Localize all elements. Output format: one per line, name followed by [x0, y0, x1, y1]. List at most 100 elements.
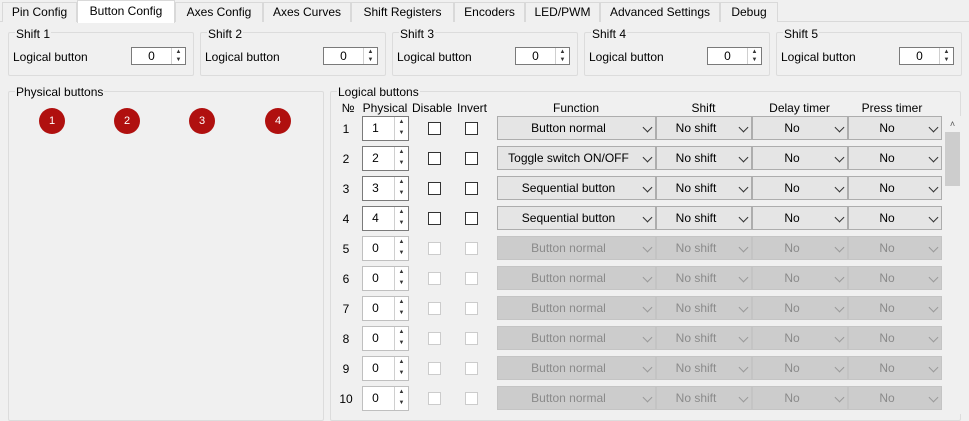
shift-select[interactable]: No shift	[656, 176, 752, 200]
spin-down-icon[interactable]: ▼	[395, 158, 408, 169]
tab-led-pwm[interactable]: LED/PWM	[525, 2, 600, 22]
delay-timer-select[interactable]: No	[752, 236, 848, 260]
function-select[interactable]: Sequential button	[497, 176, 656, 200]
spin-up-icon[interactable]: ▲	[940, 48, 953, 56]
spin-buttons[interactable]: ▲ ▼	[394, 237, 408, 260]
spin-buttons[interactable]: ▲ ▼	[747, 48, 761, 64]
disable-checkbox[interactable]	[428, 362, 441, 375]
shift-2-spinbox[interactable]: 0 ▲ ▼	[323, 47, 378, 65]
physical-spinbox[interactable]: 0 ▲ ▼	[362, 296, 409, 321]
press-timer-select[interactable]: No	[848, 326, 942, 350]
invert-checkbox[interactable]	[465, 332, 478, 345]
spin-up-icon[interactable]: ▲	[364, 48, 377, 56]
spin-down-icon[interactable]: ▼	[395, 188, 408, 199]
spin-buttons[interactable]: ▲ ▼	[394, 177, 408, 200]
delay-timer-select[interactable]: No	[752, 206, 848, 230]
physical-button-3[interactable]: 3	[189, 108, 215, 134]
spin-buttons[interactable]: ▲ ▼	[555, 48, 569, 64]
spin-up-icon[interactable]: ▲	[172, 48, 185, 56]
function-select[interactable]: Toggle switch ON/OFF	[497, 146, 656, 170]
spin-down-icon[interactable]: ▼	[940, 56, 953, 64]
physical-spinbox[interactable]: 3 ▲ ▼	[362, 176, 409, 201]
spin-buttons[interactable]: ▲ ▼	[394, 357, 408, 380]
shift-3-spinbox[interactable]: 0 ▲ ▼	[515, 47, 570, 65]
invert-checkbox[interactable]	[465, 272, 478, 285]
invert-checkbox[interactable]	[465, 362, 478, 375]
delay-timer-select[interactable]: No	[752, 326, 848, 350]
press-timer-select[interactable]: No	[848, 116, 942, 140]
physical-button-2[interactable]: 2	[114, 108, 140, 134]
function-select[interactable]: Button normal	[497, 236, 656, 260]
spin-up-icon[interactable]: ▲	[395, 327, 408, 338]
function-select[interactable]: Button normal	[497, 326, 656, 350]
shift-select[interactable]: No shift	[656, 326, 752, 350]
physical-spinbox[interactable]: 2 ▲ ▼	[362, 146, 409, 171]
function-select[interactable]: Button normal	[497, 296, 656, 320]
spin-down-icon[interactable]: ▼	[395, 128, 408, 139]
press-timer-select[interactable]: No	[848, 296, 942, 320]
shift-select[interactable]: No shift	[656, 386, 752, 410]
shift-4-spinbox[interactable]: 0 ▲ ▼	[707, 47, 762, 65]
disable-checkbox[interactable]	[428, 272, 441, 285]
physical-spinbox[interactable]: 0 ▲ ▼	[362, 386, 409, 411]
disable-checkbox[interactable]	[428, 182, 441, 195]
function-select[interactable]: Button normal	[497, 356, 656, 380]
delay-timer-select[interactable]: No	[752, 266, 848, 290]
spin-buttons[interactable]: ▲ ▼	[394, 387, 408, 410]
spin-up-icon[interactable]: ▲	[556, 48, 569, 56]
spin-up-icon[interactable]: ▲	[395, 297, 408, 308]
shift-select[interactable]: No shift	[656, 266, 752, 290]
spin-up-icon[interactable]: ▲	[395, 177, 408, 188]
tab-axes-curves[interactable]: Axes Curves	[263, 2, 351, 22]
physical-spinbox[interactable]: 0 ▲ ▼	[362, 356, 409, 381]
physical-button-1[interactable]: 1	[39, 108, 65, 134]
spin-down-icon[interactable]: ▼	[748, 56, 761, 64]
spin-up-icon[interactable]: ▲	[395, 207, 408, 218]
press-timer-select[interactable]: No	[848, 386, 942, 410]
spin-up-icon[interactable]: ▲	[395, 147, 408, 158]
disable-checkbox[interactable]	[428, 302, 441, 315]
disable-checkbox[interactable]	[428, 122, 441, 135]
spin-buttons[interactable]: ▲ ▼	[939, 48, 953, 64]
shift-select[interactable]: No shift	[656, 116, 752, 140]
spin-buttons[interactable]: ▲ ▼	[394, 267, 408, 290]
spin-down-icon[interactable]: ▼	[395, 278, 408, 289]
spin-up-icon[interactable]: ▲	[395, 387, 408, 398]
press-timer-select[interactable]: No	[848, 266, 942, 290]
invert-checkbox[interactable]	[465, 182, 478, 195]
function-select[interactable]: Sequential button	[497, 206, 656, 230]
spin-down-icon[interactable]: ▼	[395, 398, 408, 409]
spin-down-icon[interactable]: ▼	[395, 368, 408, 379]
press-timer-select[interactable]: No	[848, 356, 942, 380]
spin-buttons[interactable]: ▲ ▼	[394, 327, 408, 350]
invert-checkbox[interactable]	[465, 302, 478, 315]
press-timer-select[interactable]: No	[848, 206, 942, 230]
shift-select[interactable]: No shift	[656, 146, 752, 170]
table-scrollbar[interactable]: ˄	[944, 116, 961, 414]
delay-timer-select[interactable]: No	[752, 146, 848, 170]
function-select[interactable]: Button normal	[497, 266, 656, 290]
disable-checkbox[interactable]	[428, 152, 441, 165]
physical-button-4[interactable]: 4	[265, 108, 291, 134]
disable-checkbox[interactable]	[428, 242, 441, 255]
spin-down-icon[interactable]: ▼	[364, 56, 377, 64]
shift-select[interactable]: No shift	[656, 236, 752, 260]
tab-pin-config[interactable]: Pin Config	[2, 2, 77, 22]
press-timer-select[interactable]: No	[848, 236, 942, 260]
shift-5-spinbox[interactable]: 0 ▲ ▼	[899, 47, 954, 65]
spin-down-icon[interactable]: ▼	[556, 56, 569, 64]
physical-spinbox[interactable]: 0 ▲ ▼	[362, 266, 409, 291]
scroll-up-icon[interactable]: ˄	[944, 116, 961, 132]
delay-timer-select[interactable]: No	[752, 176, 848, 200]
shift-select[interactable]: No shift	[656, 356, 752, 380]
function-select[interactable]: Button normal	[497, 116, 656, 140]
delay-timer-select[interactable]: No	[752, 116, 848, 140]
shift-1-spinbox[interactable]: 0 ▲ ▼	[131, 47, 186, 65]
invert-checkbox[interactable]	[465, 392, 478, 405]
spin-down-icon[interactable]: ▼	[395, 248, 408, 259]
spin-buttons[interactable]: ▲ ▼	[171, 48, 185, 64]
press-timer-select[interactable]: No	[848, 146, 942, 170]
function-select[interactable]: Button normal	[497, 386, 656, 410]
press-timer-select[interactable]: No	[848, 176, 942, 200]
spin-down-icon[interactable]: ▼	[395, 218, 408, 229]
